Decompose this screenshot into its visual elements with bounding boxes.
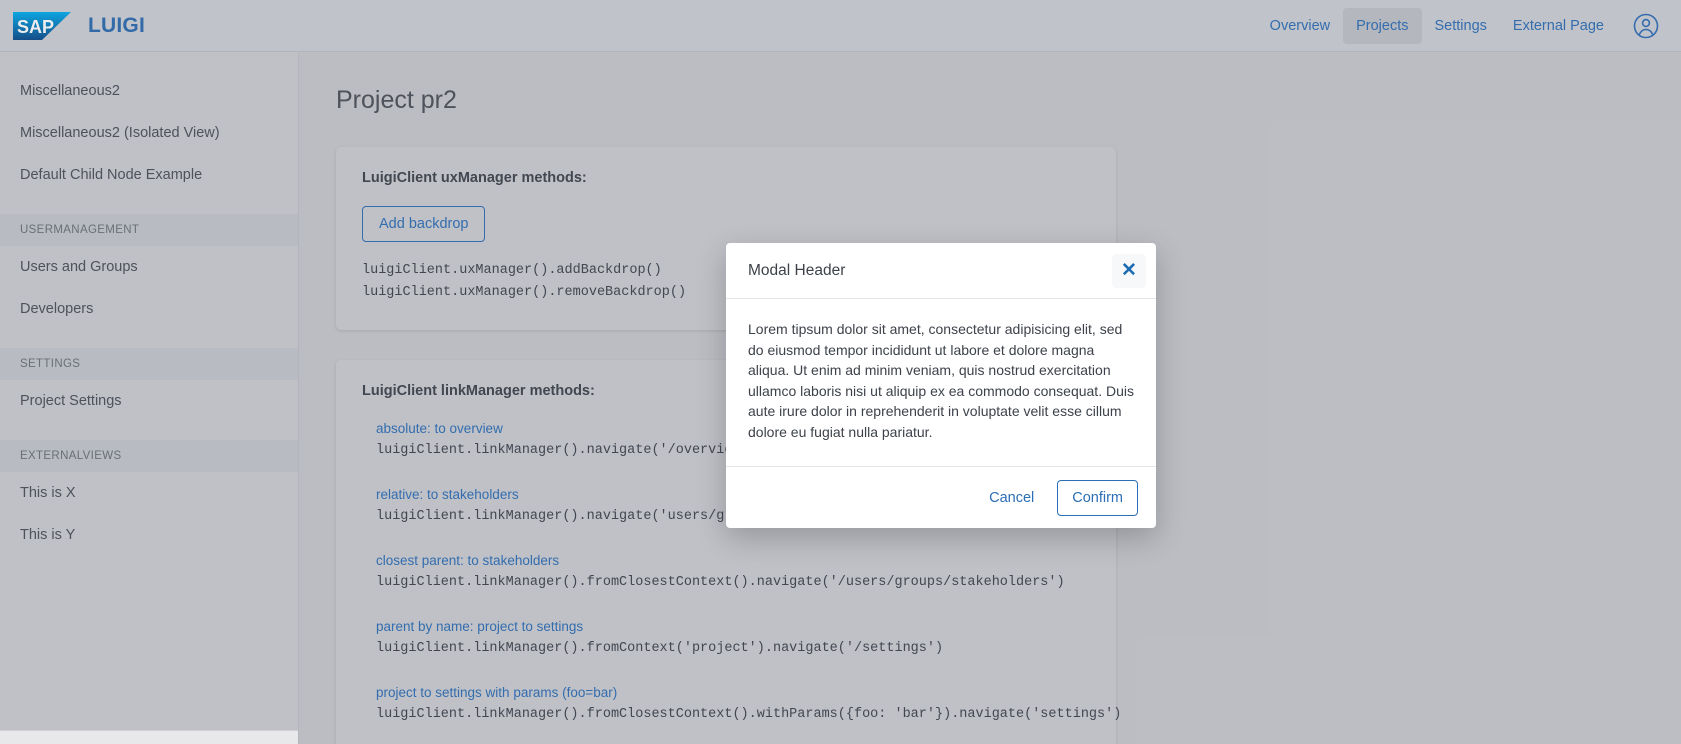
modal-footer: Cancel Confirm xyxy=(726,466,1156,528)
luigi-app-shell: SAP LUIGI Overview Projects Settings Ext… xyxy=(0,0,1681,744)
modal-title: Modal Header xyxy=(748,262,846,279)
close-icon[interactable]: ✕ xyxy=(1112,253,1146,288)
cancel-button[interactable]: Cancel xyxy=(974,480,1049,516)
confirm-button[interactable]: Confirm xyxy=(1057,479,1138,516)
modal-dialog: Modal Header ✕ Lorem tipsum dolor sit am… xyxy=(726,243,1156,528)
modal-header: Modal Header ✕ xyxy=(726,243,1156,299)
modal-body-text: Lorem tipsum dolor sit amet, consectetur… xyxy=(748,321,1134,440)
